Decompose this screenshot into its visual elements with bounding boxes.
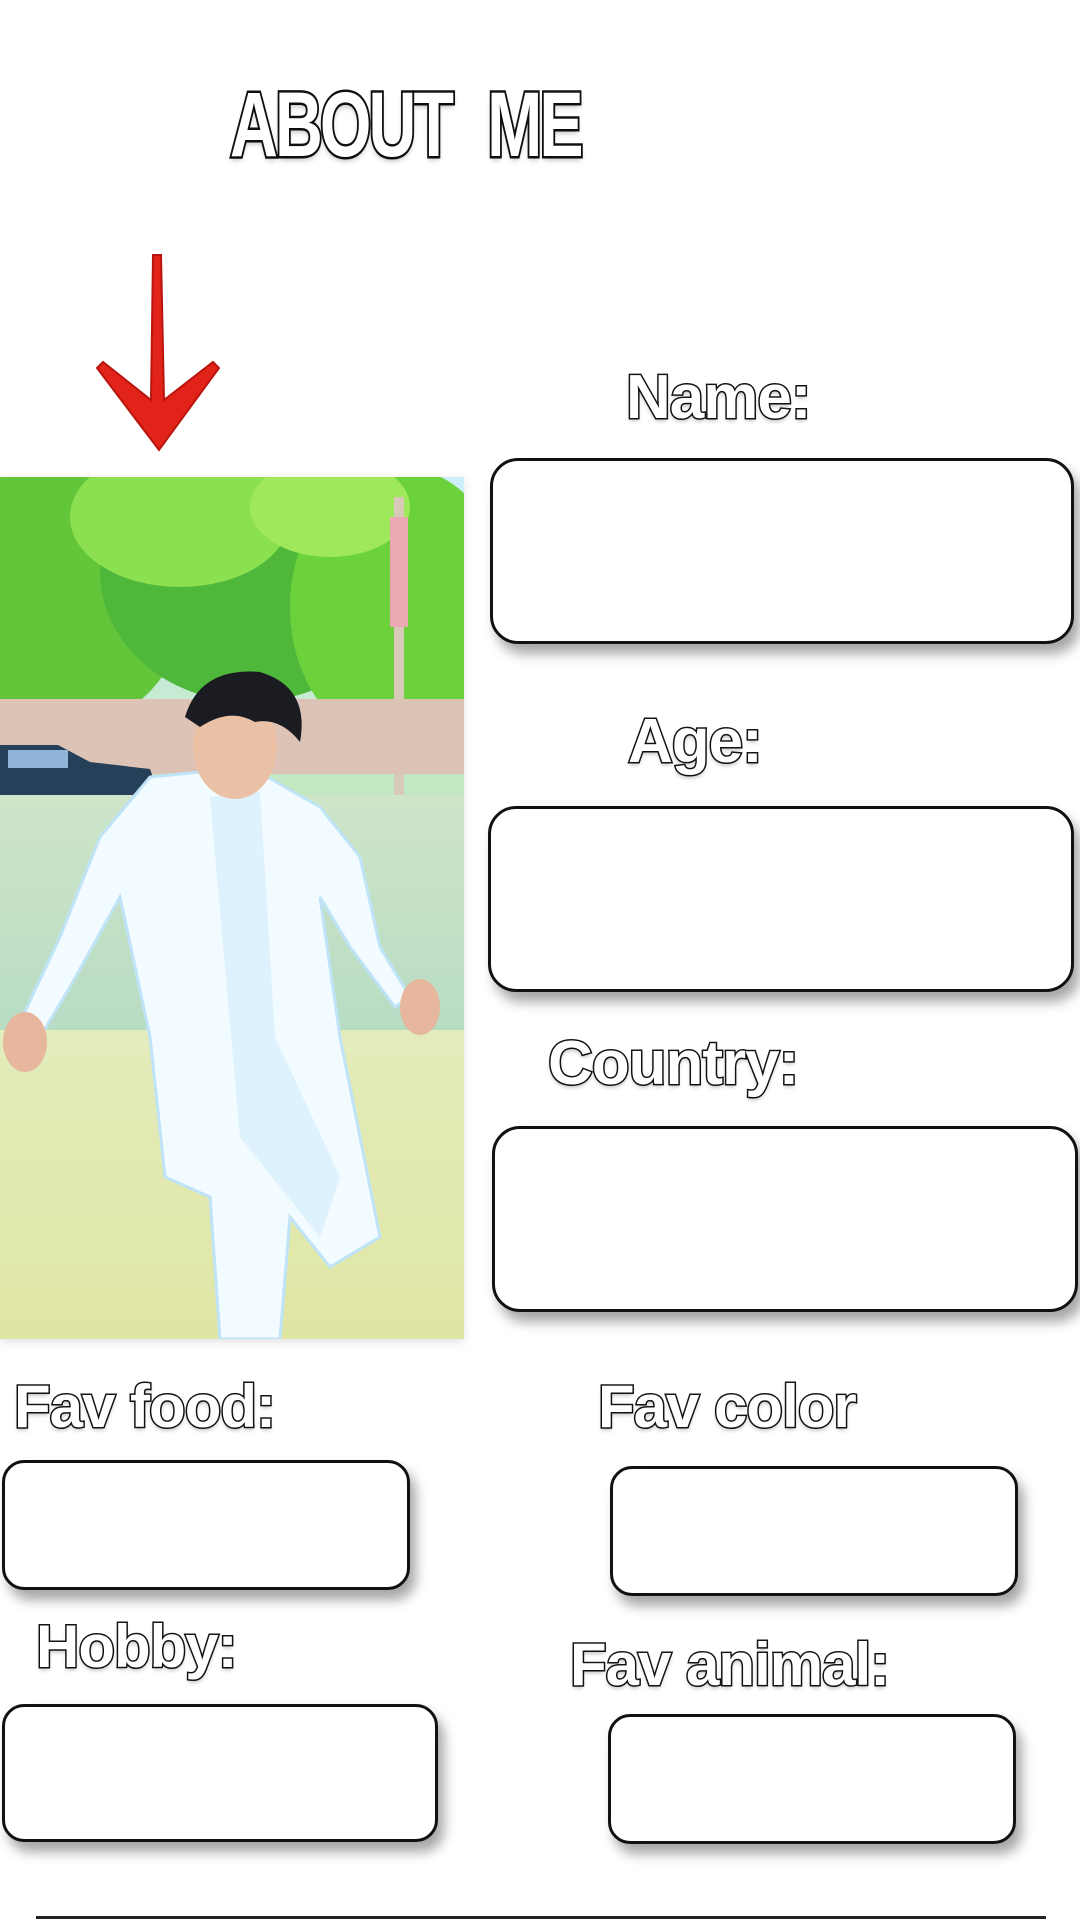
page-title: ABOUT ME: [228, 70, 585, 180]
country-label: Country:: [546, 1028, 800, 1100]
title-word-about: ABOUT: [228, 71, 456, 178]
fav-animal-field[interactable]: [608, 1714, 1016, 1844]
hobby-field[interactable]: [2, 1704, 438, 1842]
age-field[interactable]: [488, 806, 1074, 992]
bottom-divider: [36, 1916, 1046, 1919]
age-label: Age:: [627, 706, 765, 778]
name-field[interactable]: [490, 458, 1074, 644]
fav-food-field[interactable]: [2, 1460, 410, 1590]
profile-photo: [0, 477, 464, 1339]
fav-animal-label: Fav animal:: [568, 1630, 891, 1700]
country-field[interactable]: [492, 1126, 1078, 1312]
hobby-label: Hobby:: [35, 1612, 240, 1682]
fav-food-label: Fav food:: [13, 1372, 278, 1442]
fav-color-field[interactable]: [610, 1466, 1018, 1596]
arrow-down-icon: [95, 254, 220, 452]
name-label: Name:: [625, 362, 814, 434]
title-word-me: ME: [485, 71, 585, 178]
fav-color-label: Fav color: [597, 1372, 859, 1442]
